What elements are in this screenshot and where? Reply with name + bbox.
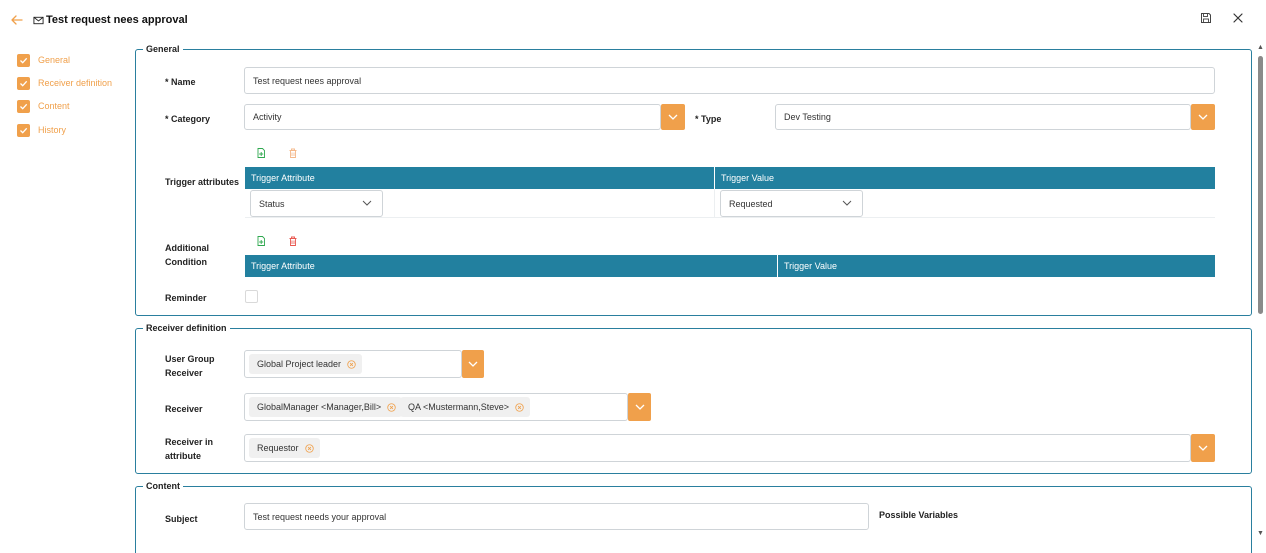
- name-input[interactable]: Test request nees approval: [244, 67, 1215, 94]
- add-row-icon[interactable]: [256, 148, 266, 158]
- remove-tag-icon[interactable]: [515, 402, 524, 412]
- select-value: Requested: [729, 198, 773, 209]
- close-icon: [1233, 13, 1243, 23]
- receiver-dropdown-button[interactable]: [628, 393, 651, 421]
- name-label: * Name: [165, 77, 196, 87]
- possible-variables-label: Possible Variables: [879, 510, 959, 520]
- category-label: * Category: [165, 114, 211, 124]
- category-dropdown-button[interactable]: [661, 104, 685, 130]
- subject-input[interactable]: Test request needs your approval: [244, 503, 869, 530]
- additional-condition-label-2: Condition: [165, 257, 207, 267]
- delete-row-icon[interactable]: [288, 236, 298, 246]
- sidebar-item-label: General: [38, 55, 71, 65]
- grid-header-trigger-value: Trigger Value: [778, 255, 1215, 277]
- user-group-receiver-label-2: Receiver: [165, 368, 203, 378]
- checkbox-checked-icon: [17, 53, 30, 67]
- receiver-label: Receiver: [165, 404, 203, 414]
- scrollbar-thumb[interactable]: [1258, 56, 1263, 314]
- receiver-in-attribute-select[interactable]: [244, 434, 1191, 462]
- tag-label: GlobalManager <Manager,Bill>: [257, 402, 382, 412]
- page-title: Test request nees approval: [46, 14, 188, 26]
- tag-label: QA <Mustermann,Steve>: [408, 402, 510, 412]
- scroll-up-icon[interactable]: ▲: [1257, 44, 1264, 51]
- sidebar-item-label: History: [38, 125, 67, 135]
- tag-label: Requestor: [257, 443, 299, 453]
- save-button[interactable]: [1200, 12, 1214, 26]
- back-button[interactable]: [10, 13, 26, 29]
- tag-chip: QA <Mustermann,Steve>: [400, 397, 531, 417]
- user-group-dropdown-button[interactable]: [462, 350, 484, 378]
- section-legend: General: [143, 44, 183, 54]
- sidebar-item-receiver-definition[interactable]: Receiver definition: [17, 76, 112, 90]
- type-dropdown-button[interactable]: [1191, 104, 1215, 130]
- sidebar-item-general[interactable]: General: [17, 53, 70, 67]
- sidebar-item-label: Content: [38, 101, 70, 111]
- trigger-value-select[interactable]: Requested: [720, 190, 863, 217]
- chevron-down-icon: [842, 200, 852, 206]
- trigger-attribute-select[interactable]: Status: [250, 190, 383, 217]
- grid-header-trigger-attribute: Trigger Attribute: [245, 167, 714, 189]
- receiver-in-attribute-label-2: attribute: [165, 451, 201, 461]
- chevron-down-icon: [468, 361, 478, 367]
- receiver-in-attribute-dropdown-button[interactable]: [1191, 434, 1215, 462]
- grid-header-trigger-attribute: Trigger Attribute: [245, 255, 777, 277]
- grid-divider: [714, 189, 715, 218]
- sidebar-item-history[interactable]: History: [17, 123, 66, 137]
- remove-tag-icon[interactable]: [347, 359, 356, 369]
- category-select[interactable]: Activity: [244, 104, 661, 130]
- chevron-down-icon: [362, 200, 372, 206]
- sidebar-item-content[interactable]: Content: [17, 99, 70, 113]
- tag-chip: Requestor: [249, 438, 320, 458]
- scroll-down-icon[interactable]: ▼: [1257, 530, 1264, 537]
- trigger-attributes-label: Trigger attributes: [165, 177, 240, 187]
- select-value: Status: [259, 198, 285, 209]
- tag-chip: GlobalManager <Manager,Bill>: [249, 397, 403, 417]
- chevron-down-icon: [1198, 114, 1208, 120]
- remove-tag-icon[interactable]: [387, 402, 396, 412]
- reminder-label: Reminder: [165, 293, 207, 303]
- section-legend: Content: [143, 481, 183, 491]
- close-button[interactable]: [1232, 12, 1246, 26]
- checkbox-checked-icon: [17, 123, 30, 137]
- user-group-receiver-label-1: User Group: [165, 354, 215, 364]
- type-select[interactable]: Dev Testing: [775, 104, 1191, 130]
- checkbox-checked-icon: [17, 99, 30, 113]
- receiver-in-attribute-label-1: Receiver in: [165, 437, 214, 447]
- save-icon: [1201, 13, 1211, 23]
- chevron-down-icon: [635, 404, 644, 410]
- add-row-icon[interactable]: [256, 236, 266, 246]
- section-legend: Receiver definition: [143, 323, 230, 333]
- checkbox-checked-icon: [17, 76, 30, 90]
- arrow-left-icon: [11, 15, 23, 25]
- tag-chip: Global Project leader: [249, 354, 363, 374]
- additional-condition-label-1: Additional: [165, 243, 209, 253]
- chevron-down-icon: [1198, 445, 1208, 451]
- subject-label: Subject: [165, 514, 198, 524]
- type-label: * Type: [695, 114, 722, 124]
- reminder-checkbox[interactable]: [245, 290, 258, 303]
- delete-row-icon[interactable]: [288, 148, 298, 158]
- chevron-down-icon: [668, 114, 678, 120]
- remove-tag-icon[interactable]: [304, 443, 314, 453]
- tag-label: Global Project leader: [257, 359, 342, 369]
- envelope-icon: [33, 16, 44, 25]
- grid-header-trigger-value: Trigger Value: [715, 167, 1215, 189]
- sidebar-item-label: Receiver definition: [38, 78, 113, 88]
